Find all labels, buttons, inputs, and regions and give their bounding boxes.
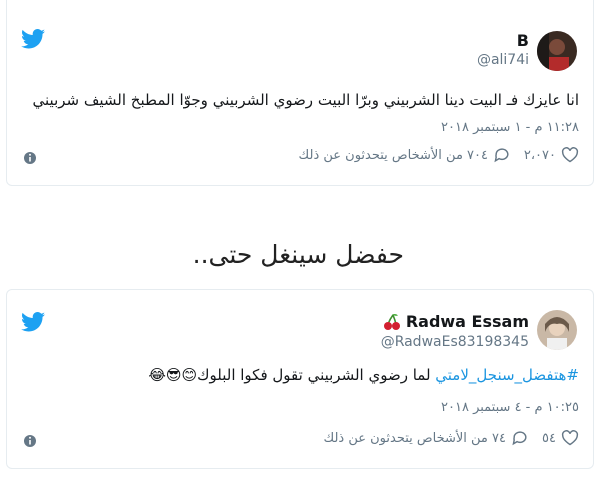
reply-action[interactable]: ٧٤ من الأشخاص يتحدثون عن ذلك: [324, 430, 529, 446]
twitter-bird-icon[interactable]: [21, 312, 45, 332]
info-icon[interactable]: [23, 151, 37, 165]
twitter-bird-icon[interactable]: [21, 29, 45, 49]
heart-icon: [561, 147, 579, 163]
like-count: ٢،٠٧٠: [523, 147, 556, 163]
reply-action[interactable]: ٧٠٤ من الأشخاص يتحدثون عن ذلك: [299, 147, 511, 163]
tweet-text: #هتفضل_سنجل_لامتي لما رضوي الشربيني تقول…: [148, 366, 579, 384]
tweet-card[interactable]: B @ali74i انا عايزك فـ البيت دينا الشربي…: [6, 0, 594, 186]
tweet-text: انا عايزك فـ البيت دينا الشربيني وبرّا ا…: [32, 91, 579, 109]
hashtag-link[interactable]: #هتفضل_سنجل_لامتي: [435, 366, 579, 384]
emoji-group: 😊😎😂: [148, 366, 198, 384]
tweet-timestamp[interactable]: ١٠:٢٥ م - ٤ سبتمبر ٢٠١٨: [441, 400, 579, 415]
display-name[interactable]: B: [517, 31, 529, 50]
tweet-timestamp[interactable]: ١١:٢٨ م - ١ سبتمبر ٢٠١٨: [441, 120, 579, 135]
speech-bubble-icon: [494, 148, 509, 163]
like-count: ٥٤: [542, 430, 556, 446]
tweet-actions: ٥٤ ٧٤ من الأشخاص يتحدثون عن ذلك: [7, 430, 593, 452]
reply-text: ٧٤ من الأشخاص يتحدثون عن ذلك: [323, 430, 506, 446]
tweet-card[interactable]: Radwa Essam @RadwaEs83198345 #هتفضل_سنجل…: [6, 289, 594, 469]
user-handle[interactable]: @RadwaEs83198345: [381, 334, 529, 350]
avatar[interactable]: [537, 31, 577, 71]
info-icon[interactable]: [23, 434, 37, 448]
display-name-row[interactable]: Radwa Essam: [382, 312, 529, 331]
cherries-icon: [383, 313, 400, 330]
avatar[interactable]: [537, 310, 577, 350]
heart-icon: [561, 430, 579, 446]
article-heading: حفضل سينغل حتى..: [192, 240, 404, 269]
like-action[interactable]: ٢،٠٧٠: [524, 147, 579, 163]
like-action[interactable]: ٥٤: [542, 430, 579, 446]
tweet-actions: ٢،٠٧٠ ٧٠٤ من الأشخاص يتحدثون عن ذلك: [7, 147, 593, 169]
speech-bubble-icon: [512, 431, 527, 446]
user-handle[interactable]: @ali74i: [477, 52, 529, 68]
tweet-text-rest: لما رضوي الشربيني تقول فكوا البلوك: [197, 366, 436, 384]
reply-text: ٧٠٤ من الأشخاص يتحدثون عن ذلك: [298, 147, 488, 163]
display-name: Radwa Essam: [405, 312, 529, 331]
